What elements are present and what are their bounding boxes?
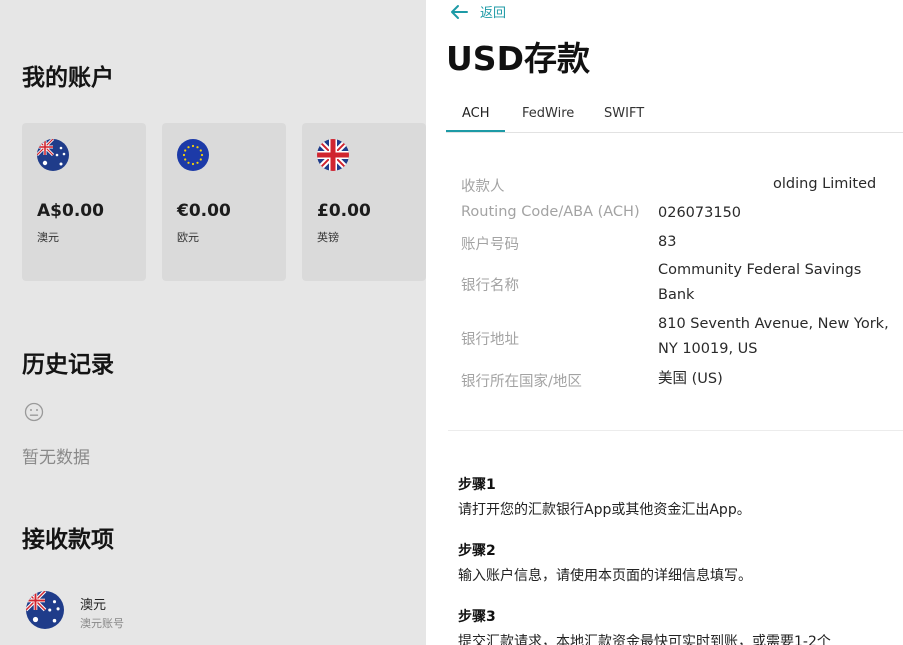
- detail-label: 银行名称: [461, 278, 519, 294]
- tab-ach[interactable]: ACH: [462, 106, 490, 121]
- account-currency-name: 澳元: [37, 231, 59, 244]
- tab-fedwire[interactable]: FedWire: [522, 106, 574, 121]
- page-title: USD存款: [446, 39, 590, 78]
- my-accounts-title: 我的账户: [22, 65, 114, 91]
- detail-value-line[interactable]: Community Federal Savings: [658, 258, 861, 283]
- account-balance: £0.00: [317, 201, 371, 221]
- australia-flag-icon: [37, 139, 69, 171]
- step-3-title: 步骤3: [458, 609, 496, 625]
- detail-value-line[interactable]: 810 Seventh Avenue, New York,: [658, 312, 889, 337]
- account-balance: A$0.00: [37, 201, 104, 221]
- receive-item-subtitle: 澳元账号: [80, 617, 124, 630]
- account-currency-name: 欧元: [177, 231, 199, 244]
- history-title: 历史记录: [22, 352, 114, 378]
- step-1-description: 请打开您的汇款银行App或其他资金汇出App。: [458, 502, 751, 518]
- detail-value[interactable]: olding Limited: [773, 172, 876, 197]
- detail-value[interactable]: 美国 (US): [658, 367, 723, 392]
- active-tab-indicator: [446, 130, 505, 132]
- account-card-gbp[interactable]: £0.00 英镑: [302, 123, 426, 281]
- detail-label: 收款人: [461, 179, 505, 195]
- australia-flag-icon: [26, 591, 64, 629]
- detail-label: 银行所在国家/地区: [461, 374, 582, 390]
- receive-item-title[interactable]: 澳元: [80, 594, 106, 613]
- back-label: 返回: [480, 6, 507, 21]
- detail-value-line[interactable]: Bank: [658, 283, 694, 308]
- history-empty-text: 暂无数据: [22, 448, 90, 468]
- sad-face-icon: [24, 402, 44, 422]
- uk-flag-icon: [317, 139, 349, 171]
- account-overview-pane: 我的账户 A$0.00 澳元 €0.00 欧元 £0.00 英镑 历史记录 暂无…: [0, 0, 426, 645]
- section-divider: [448, 430, 903, 431]
- account-card-aud[interactable]: A$0.00 澳元: [22, 123, 146, 281]
- detail-label: Routing Code/ABA (ACH): [461, 204, 640, 220]
- arrow-left-icon: [451, 4, 468, 19]
- account-currency-name: 英镑: [317, 231, 339, 244]
- tab-swift[interactable]: SWIFT: [604, 106, 644, 121]
- receive-payments-title: 接收款项: [22, 527, 114, 553]
- step-2-title: 步骤2: [458, 543, 496, 559]
- eu-flag-icon: [177, 139, 209, 171]
- detail-value[interactable]: 026073150: [658, 201, 741, 226]
- step-3-description: 提交汇款请求，本地汇款资金最快可实时到账，或需要1-2个: [458, 634, 831, 645]
- step-2-description: 输入账户信息，请使用本页面的详细信息填写。: [458, 568, 752, 584]
- redaction-mask: [658, 175, 770, 193]
- usd-deposit-drawer: 返回 USD存款 ACH FedWire SWIFT 收款人 olding Li…: [426, 0, 903, 645]
- back-button[interactable]: 返回: [450, 2, 506, 21]
- account-balance: €0.00: [177, 201, 231, 221]
- detail-value-line[interactable]: NY 10019, US: [658, 337, 757, 362]
- detail-value[interactable]: 83: [658, 230, 676, 255]
- step-1-title: 步骤1: [458, 477, 496, 493]
- account-card-eur[interactable]: €0.00 欧元: [162, 123, 286, 281]
- transfer-method-tabs: ACH FedWire SWIFT: [446, 100, 903, 133]
- detail-label: 账户号码: [461, 237, 519, 253]
- detail-label: 银行地址: [461, 332, 519, 348]
